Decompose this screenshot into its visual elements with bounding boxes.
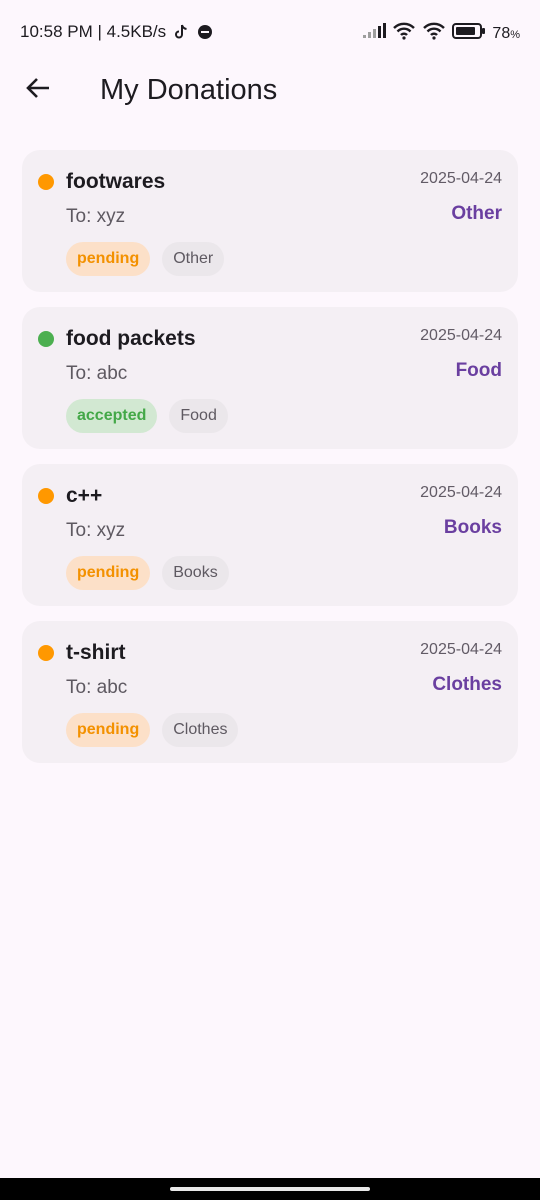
status-bar-right: 78% xyxy=(362,22,520,45)
signal-icon xyxy=(362,23,387,44)
chip-row: pending Other xyxy=(66,242,225,276)
tiktok-icon xyxy=(172,23,190,41)
status-dot xyxy=(38,174,54,190)
donation-recipient: To: abc xyxy=(66,363,128,384)
wifi-icon xyxy=(422,22,446,45)
category-chip: Other xyxy=(162,242,225,276)
wifi-icon xyxy=(392,22,416,45)
donation-date: 2025-04-24 xyxy=(420,327,502,344)
status-chip: accepted xyxy=(66,399,158,433)
donation-date: 2025-04-24 xyxy=(420,641,502,658)
status-dot xyxy=(38,645,54,661)
arrow-back-icon xyxy=(25,77,51,104)
donation-title: c++ xyxy=(66,484,103,507)
chip-row: accepted Food xyxy=(66,399,228,433)
chip-row: pending Clothes xyxy=(66,713,239,747)
notification-icon xyxy=(196,23,214,41)
donation-date: 2025-04-24 xyxy=(420,170,502,187)
donation-card[interactable]: footwares 2025-04-24 To: xyz Other pendi… xyxy=(22,150,518,292)
status-bar: 10:58 PM | 4.5KB/s 78% xyxy=(0,0,540,64)
home-indicator[interactable] xyxy=(170,1187,370,1191)
donation-title: footwares xyxy=(66,170,166,193)
donation-card[interactable]: food packets 2025-04-24 To: abc Food acc… xyxy=(22,307,518,449)
chip-row: pending Books xyxy=(66,556,229,590)
status-bar-left: 10:58 PM | 4.5KB/s xyxy=(20,22,214,42)
status-chip: pending xyxy=(66,556,151,590)
status-time-speed: 10:58 PM | 4.5KB/s xyxy=(20,22,167,41)
category-chip: Clothes xyxy=(162,713,239,747)
donation-category: Food xyxy=(455,360,502,381)
category-chip: Food xyxy=(169,399,228,433)
status-dot xyxy=(38,488,54,504)
donation-recipient: To: xyz xyxy=(66,206,126,227)
donation-category: Other xyxy=(451,203,502,224)
battery-level: 78% xyxy=(492,24,520,42)
category-chip: Books xyxy=(162,556,229,590)
back-button[interactable] xyxy=(18,72,58,108)
status-chip: pending xyxy=(66,242,151,276)
donation-category: Clothes xyxy=(432,674,502,695)
system-nav-bar xyxy=(0,1178,540,1200)
status-dot xyxy=(38,331,54,347)
app-bar: My Donations xyxy=(0,64,540,116)
donation-title: t-shirt xyxy=(66,641,126,664)
page-title: My Donations xyxy=(100,74,278,106)
donation-title: food packets xyxy=(66,327,196,350)
battery-icon xyxy=(452,22,486,45)
donation-recipient: To: abc xyxy=(66,677,128,698)
donation-category: Books xyxy=(443,517,502,538)
donation-card[interactable]: c++ 2025-04-24 To: xyz Books pending Boo… xyxy=(22,464,518,606)
donation-list: footwares 2025-04-24 To: xyz Other pendi… xyxy=(22,150,518,778)
donation-recipient: To: xyz xyxy=(66,520,126,541)
donation-card[interactable]: t-shirt 2025-04-24 To: abc Clothes pendi… xyxy=(22,621,518,763)
status-chip: pending xyxy=(66,713,151,747)
donation-date: 2025-04-24 xyxy=(420,484,502,501)
